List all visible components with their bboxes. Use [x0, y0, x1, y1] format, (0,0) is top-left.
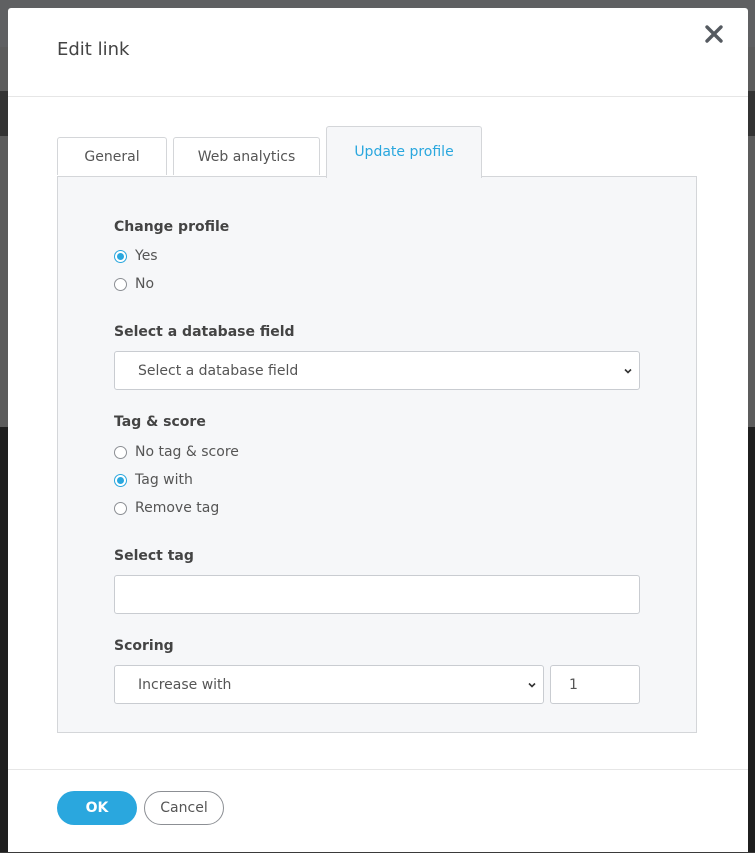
radio-label: Tag with	[135, 472, 193, 488]
close-icon[interactable]	[702, 22, 726, 46]
tab-web-analytics[interactable]: Web analytics	[173, 137, 320, 175]
radio-checked-icon	[114, 249, 127, 263]
radio-label: Remove tag	[135, 500, 220, 516]
ok-button[interactable]: OK	[57, 791, 137, 825]
tag-score-tag-with-radio[interactable]: Tag with	[114, 472, 193, 488]
tab-update-profile[interactable]: Update profile	[326, 126, 482, 178]
update-profile-panel: Change profile Yes No Select a database …	[57, 176, 697, 733]
tag-score-remove-tag-radio[interactable]: Remove tag	[114, 500, 219, 516]
change-profile-label: Change profile	[114, 219, 230, 235]
tab-general[interactable]: General	[57, 137, 167, 175]
chevron-down-icon	[624, 368, 632, 374]
radio-label: No tag & score	[135, 444, 239, 460]
scoring-label: Scoring	[114, 638, 174, 654]
chevron-down-icon	[528, 682, 536, 688]
radio-unchecked-icon	[114, 445, 127, 459]
dialog-title: Edit link	[57, 39, 130, 60]
cancel-button[interactable]: Cancel	[144, 791, 224, 825]
tag-score-none-radio[interactable]: No tag & score	[114, 444, 239, 460]
scoring-amount-input[interactable]: 1	[550, 665, 640, 704]
tag-score-label: Tag & score	[114, 414, 206, 430]
radio-label: No	[135, 276, 155, 292]
database-field-selected-value: Select a database field	[138, 362, 299, 379]
change-profile-yes-radio[interactable]: Yes	[114, 248, 158, 264]
database-field-select[interactable]: Select a database field	[114, 351, 640, 390]
dialog-footer: OK Cancel	[8, 769, 748, 853]
dialog-header: Edit link	[8, 8, 748, 97]
database-field-label: Select a database field	[114, 324, 295, 340]
tab-bar: General Web analytics Update profile	[57, 126, 697, 178]
radio-unchecked-icon	[114, 277, 127, 291]
select-tag-input[interactable]	[114, 575, 640, 614]
scoring-mode-select[interactable]: Increase with	[114, 665, 544, 704]
radio-unchecked-icon	[114, 501, 127, 515]
change-profile-no-radio[interactable]: No	[114, 276, 154, 292]
radio-label: Yes	[135, 248, 158, 264]
scoring-mode-selected-value: Increase with	[138, 676, 232, 693]
edit-link-dialog: Edit link General Web analytics Update p…	[8, 8, 748, 852]
select-tag-label: Select tag	[114, 548, 194, 564]
radio-checked-icon	[114, 473, 127, 487]
